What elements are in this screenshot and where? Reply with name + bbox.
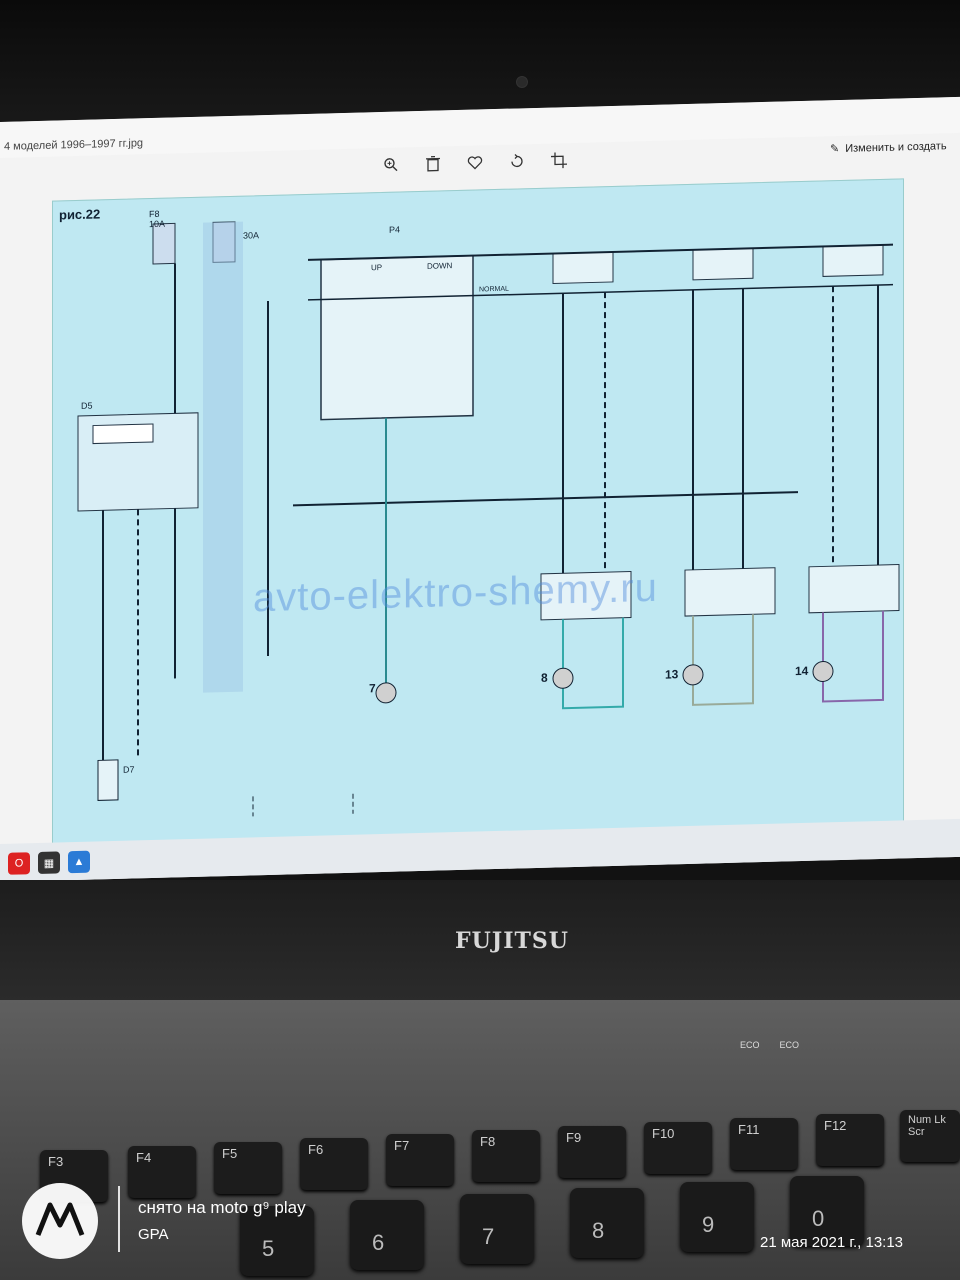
overlay-divider [118,1186,120,1252]
motor-13 [682,664,704,686]
camera-gpa: GPA [138,1226,169,1243]
motor-7-label: 7 [369,681,376,696]
key-f6[interactable]: F6 [300,1138,368,1190]
fuse-30a-label: 30A [243,230,260,241]
wiring-diagram-image: рис.22 F8 10A 30A D5 P4 UP DOWN NORMAL D… [52,178,904,853]
switch-16 [822,244,884,277]
bus-band [203,221,243,693]
camera-watermark: снято на moto g⁹ play [138,1198,306,1217]
block-d5-label: D5 [81,400,93,411]
favorite-icon[interactable] [464,151,486,174]
viewer-toolbar [380,149,570,178]
key-7[interactable]: 7 [460,1194,534,1264]
key-numlock[interactable]: Num Lk Scr [900,1110,960,1162]
motor-7 [375,682,397,704]
relay-p4-label: P4 [389,224,401,235]
brand-logo: FUJITSU [455,928,569,954]
motor-14-loop [822,610,884,703]
edit-icon: ✎ [830,143,840,156]
bus-line-mid [293,491,798,507]
crop-icon[interactable] [548,149,570,172]
key-f11[interactable]: F11 [730,1118,798,1170]
switch-15 [808,563,900,614]
relay-p4-box [320,254,474,421]
key-f9[interactable]: F9 [558,1126,626,1178]
eco-indicator: ECO [779,1040,800,1050]
key-f5[interactable]: F5 [214,1142,282,1194]
motor-8 [552,667,574,689]
key-f12[interactable]: F12 [816,1114,884,1166]
edit-create-button[interactable]: ✎ Изменить и создать [830,139,947,156]
fuse-rating-label: 10A [149,218,166,230]
webcam [516,76,528,88]
switch-12 [684,567,776,617]
block-3 [92,423,154,445]
key-f4[interactable]: F4 [128,1146,196,1198]
motorola-logo [22,1183,98,1259]
zoom-icon[interactable] [380,153,402,176]
status-indicators: ECO ECO [740,1040,799,1050]
motor-13-label: 13 [665,667,679,682]
normal-label: NORMAL [479,285,509,294]
fuse-f8-label: F8 [149,208,160,220]
delete-icon[interactable] [422,152,444,175]
switch-10 [552,251,614,285]
down-label: DOWN [427,261,453,271]
key-f7[interactable]: F7 [386,1134,454,1186]
laptop-screen: 4 моделей 1996–1997 гг.jpg ✎ Изменить и … [0,96,960,883]
motor-8-label: 8 [541,670,548,685]
calculator-icon[interactable]: ▦ [38,851,60,875]
d7-label: D7 [123,764,135,775]
key-f10[interactable]: F10 [644,1122,712,1174]
photos-icon[interactable]: ▲ [68,850,90,874]
switch-11 [692,247,754,281]
key-8[interactable]: 8 [570,1188,644,1258]
motor-13-loop [692,614,754,706]
key-6[interactable]: 6 [350,1200,424,1270]
key-9[interactable]: 9 [680,1182,754,1252]
file-title: 4 моделей 1996–1997 гг.jpg [4,137,144,153]
photo-timestamp: 21 мая 2021 г., 13:13 [760,1234,904,1251]
fuse-f8 [152,222,176,265]
edit-create-label: Изменить и создать [845,139,947,155]
opera-icon[interactable]: O [8,852,30,875]
rotate-icon[interactable] [506,150,528,173]
switch-d7 [97,759,119,801]
eco-indicator: ECO [740,1040,760,1050]
wiring-schematic [77,221,900,817]
motor-14 [812,660,834,682]
key-f8[interactable]: F8 [472,1130,540,1182]
motor-8-loop [562,617,624,710]
motor-14-label: 14 [795,663,809,679]
up-label: UP [371,262,383,273]
